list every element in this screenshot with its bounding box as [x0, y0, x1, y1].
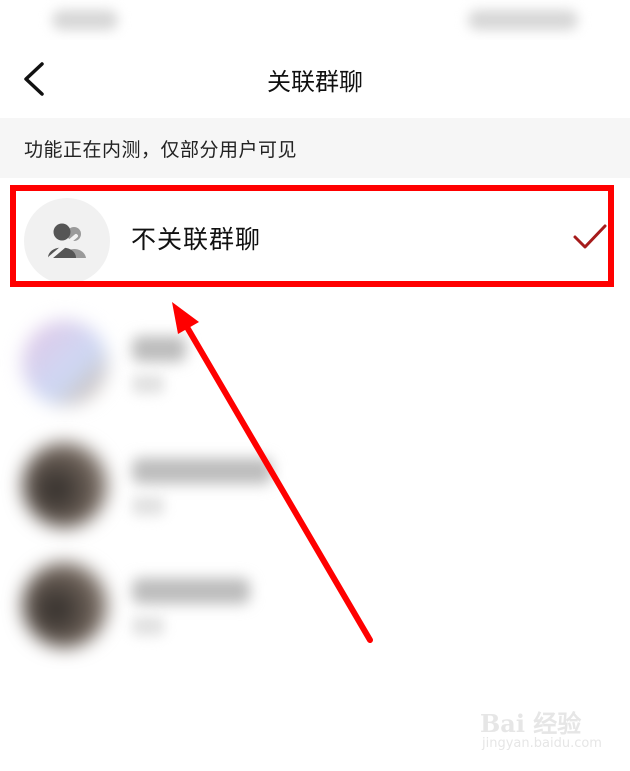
- group-name-blurred: [132, 578, 250, 604]
- group-list-item[interactable]: [0, 428, 630, 546]
- group-meta-blurred: [132, 496, 164, 516]
- notice-banner: 功能正在内测，仅部分用户可见: [0, 118, 630, 178]
- check-icon: [573, 224, 607, 249]
- nav-bar: 关联群聊: [0, 40, 630, 118]
- group-list-item[interactable]: [0, 306, 630, 424]
- notice-text: 功能正在内测，仅部分用户可见: [24, 139, 298, 161]
- baidu-watermark: Bai 经验 jingyan.baidu.com: [474, 700, 604, 760]
- status-icons-blurred: [468, 10, 578, 30]
- group-avatar-blurred: [22, 562, 108, 648]
- watermark-logo: Bai 经验: [480, 709, 582, 738]
- group-avatar-blurred: [22, 320, 108, 406]
- watermark-site: jingyan.baidu.com: [482, 736, 602, 751]
- group-meta-blurred: [132, 374, 164, 394]
- status-time-blurred: [52, 10, 118, 30]
- group-list-item[interactable]: [0, 548, 630, 666]
- group-avatar-blurred: [22, 442, 108, 528]
- group-off-avatar: [24, 198, 110, 284]
- no-group-option-label: 不关联群聊: [131, 225, 262, 254]
- no-group-option[interactable]: 不关联群聊: [0, 178, 630, 296]
- page-title: 关联群聊: [267, 68, 363, 96]
- group-name-blurred: [132, 458, 272, 484]
- group-meta-blurred: [132, 616, 164, 636]
- group-off-icon: [48, 223, 86, 260]
- group-name-blurred: [132, 336, 186, 362]
- status-bar: [0, 0, 630, 40]
